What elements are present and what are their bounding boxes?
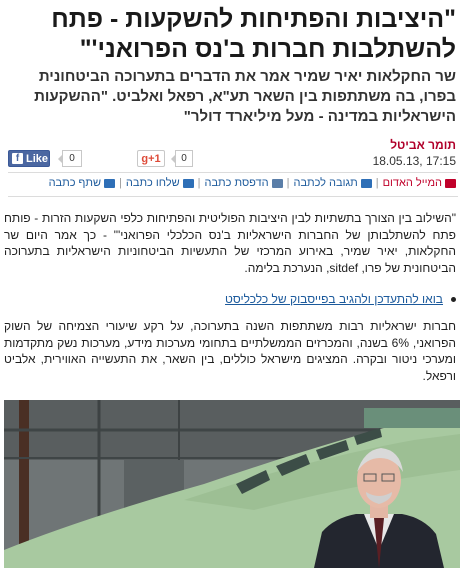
toolbar-share-label: שתף כתבה	[48, 177, 102, 189]
article-paragraph: חברות ישראליות רבות משתתפות השנה בתערוכה…	[4, 319, 456, 383]
google-plus-count: 0	[171, 150, 193, 167]
toolbar-comment[interactable]: תגובה לכתבה	[293, 177, 372, 189]
share-icon	[104, 178, 116, 188]
comment-icon	[360, 178, 372, 188]
toolbar-share[interactable]: שתף כתבה	[48, 177, 116, 189]
toolbar-send[interactable]: שלחו כתבה	[126, 177, 194, 189]
toolbar-print[interactable]: הדפסת כתבה	[204, 177, 283, 189]
publish-date: 17:15 ,18.05.13	[372, 154, 456, 168]
toolbar-comment-label: תגובה לכתבה	[293, 177, 358, 189]
toolbar-separator: |	[119, 177, 122, 189]
facebook-icon: f	[12, 153, 23, 164]
article-page: "היציבות והפתיחות להשקעות - פתח להשתלבות…	[0, 0, 464, 568]
toolbar-separator: |	[197, 177, 201, 189]
article-toolbar: המייל האדום | תגובה לכתבה | הדפסת כתבה |…	[4, 177, 456, 189]
mail-icon	[182, 178, 194, 188]
article-subhead: שר החקלאות יאיר שמיר אמר את הדברים בתערו…	[34, 68, 456, 125]
facebook-like-button[interactable]: f Like	[8, 150, 50, 167]
toolbar-red-mail-label: המייל האדום	[382, 177, 442, 189]
article-photo	[4, 400, 460, 568]
article-headline: "היציבות והפתיחות להשקעות - פתח להשתלבות…	[51, 5, 456, 63]
toolbar-print-label: הדפסת כתבה	[204, 177, 269, 189]
toolbar-separator: |	[286, 177, 290, 189]
print-icon	[271, 178, 283, 188]
facebook-promo-link[interactable]: בואו להתעדכן ולהגיב בפייסבוק של כלכליסט	[225, 292, 443, 306]
article-photo-image	[4, 400, 460, 568]
toolbar-send-label: שלחו כתבה	[125, 177, 180, 189]
bullet-dot	[451, 296, 456, 302]
author-link[interactable]: תומר אביטל	[390, 138, 456, 152]
facebook-promo-bullet[interactable]: בואו להתעדכן ולהגיב בפייסבוק של כלכליסט	[6, 292, 456, 306]
toolbar-separator: |	[375, 177, 379, 189]
google-plus-button[interactable]: g+1	[137, 150, 165, 167]
article-paragraph: "השילוב בין הצורך בתשתיות לבין היציבות ה…	[4, 211, 456, 275]
facebook-like-count: 0	[58, 150, 82, 167]
red-mail-icon	[445, 178, 456, 188]
toolbar-red-mail[interactable]: המייל האדום	[383, 177, 456, 189]
divider	[8, 196, 458, 197]
divider	[8, 172, 458, 173]
facebook-like-label: Like	[26, 152, 49, 165]
